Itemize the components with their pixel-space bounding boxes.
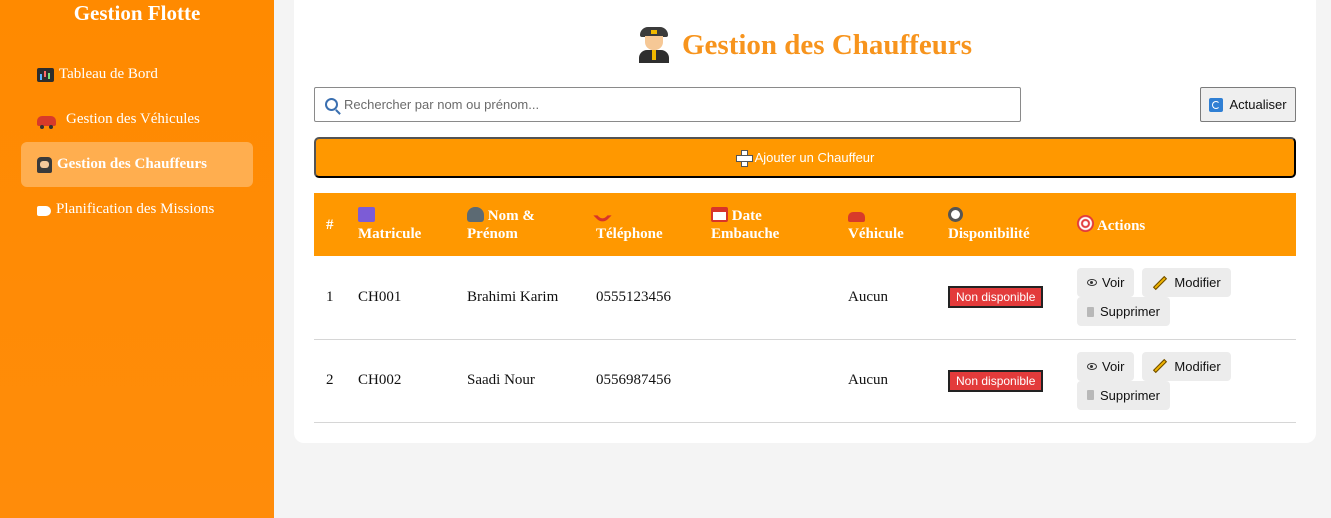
add-driver-button[interactable]: Ajouter un Chauffeur — [314, 137, 1296, 178]
cell-hire-date — [699, 256, 836, 339]
refresh-icon — [1209, 97, 1224, 112]
car-icon — [848, 211, 865, 222]
cell-actions: Voir Modifier Supprimer — [1065, 256, 1296, 339]
pencil-icon — [1153, 275, 1168, 290]
column-header-matricule[interactable]: Matricule — [346, 193, 455, 256]
page-header: Gestion des Chauffeurs — [294, 27, 1316, 68]
tag-icon — [37, 205, 51, 216]
column-header-name[interactable]: Nom & Prénom — [455, 193, 584, 256]
sidebar-item-dashboard[interactable]: Tableau de Bord — [21, 52, 253, 97]
sidebar-item-drivers[interactable]: Gestion des Chauffeurs — [21, 142, 253, 187]
search-input[interactable] — [344, 97, 984, 112]
refresh-button[interactable]: Actualiser — [1200, 87, 1296, 122]
column-header-phone[interactable]: Téléphone — [584, 193, 699, 256]
trash-icon — [1087, 306, 1094, 317]
sidebar-item-label: Gestion des Chauffeurs — [57, 156, 208, 172]
sidebar-item-vehicles[interactable]: Gestion des Véhicules — [21, 97, 253, 142]
phone-icon — [593, 205, 612, 225]
sidebar-item-label: Tableau de Bord — [59, 66, 158, 82]
edit-button[interactable]: Modifier — [1142, 268, 1231, 298]
cell-index: 2 — [326, 372, 334, 388]
cell-hire-date — [699, 339, 836, 422]
sidebar-item-missions[interactable]: Planification des Missions — [21, 187, 253, 232]
cell-vehicle: Aucun — [848, 288, 888, 305]
cell-name: Saadi Nour — [467, 372, 535, 388]
pencil-icon — [1153, 358, 1168, 374]
sidebar-item-label: Planification des Missions — [56, 201, 215, 217]
status-badge: Non disponible — [948, 286, 1044, 309]
column-header-actions: Actions — [1065, 193, 1296, 256]
cell-availability: Non disponible — [936, 256, 1065, 339]
cell-matricule: CH002 — [358, 372, 402, 388]
plus-icon — [735, 150, 753, 167]
car-icon — [37, 116, 56, 129]
sidebar-nav: Tableau de Bord Gestion des Véhicules Ge… — [0, 52, 274, 232]
cell-phone: 0556987456 — [596, 372, 671, 388]
brand-title: Gestion Flotte — [73, 1, 201, 25]
view-button[interactable]: Voir — [1077, 268, 1135, 298]
table-header-row: # Matricule Nom & Prénom Téléphone Date — [314, 193, 1296, 256]
column-header-vehicle[interactable]: Véhicule — [836, 193, 936, 256]
eye-icon — [1087, 279, 1097, 287]
sidebar: Gestion Flotte Tableau de Bord Gestion d… — [0, 0, 274, 518]
table-row: 2 CH002 Saadi Nour 0556987456 Aucun Non … — [314, 339, 1296, 422]
calendar-icon — [711, 206, 728, 222]
cell-actions: Voir Modifier Supprimer — [1065, 339, 1296, 422]
eye-icon — [1087, 362, 1097, 370]
cell-matricule: CH001 — [358, 288, 402, 305]
delete-button[interactable]: Supprimer — [1077, 380, 1170, 410]
page-title: Gestion des Chauffeurs — [638, 27, 972, 63]
cell-vehicle: Aucun — [848, 372, 888, 388]
search-icon — [325, 98, 338, 111]
main-panel: Gestion des Chauffeurs Actualiser Ajoute… — [294, 0, 1316, 443]
column-header-availability[interactable]: Disponibilité — [936, 193, 1065, 256]
person-icon — [467, 206, 484, 222]
cell-name: Brahimi Karim — [467, 288, 559, 305]
cell-availability: Non disponible — [936, 339, 1065, 422]
driver-icon — [638, 27, 670, 63]
column-header-hire-date[interactable]: Date Embauche — [699, 193, 836, 256]
chart-icon — [37, 67, 54, 82]
driver-icon — [37, 156, 52, 173]
edit-button[interactable]: Modifier — [1142, 351, 1231, 381]
sidebar-item-label: Gestion des Véhicules — [66, 111, 200, 127]
trash-icon — [1087, 390, 1094, 400]
cell-phone: 0555123456 — [596, 288, 671, 305]
cell-index: 1 — [326, 288, 334, 305]
delete-button[interactable]: Supprimer — [1077, 297, 1170, 327]
gear-icon — [948, 206, 963, 222]
search-box — [314, 87, 1021, 122]
id-icon — [358, 206, 375, 222]
target-icon — [1077, 214, 1094, 232]
table-row: 1 CH001 Brahimi Karim 0555123456 Aucun N… — [314, 256, 1296, 339]
drivers-table: # Matricule Nom & Prénom Téléphone Date — [314, 193, 1296, 423]
status-badge: Non disponible — [948, 369, 1044, 392]
column-header-index: # — [326, 216, 334, 233]
view-button[interactable]: Voir — [1077, 351, 1135, 381]
